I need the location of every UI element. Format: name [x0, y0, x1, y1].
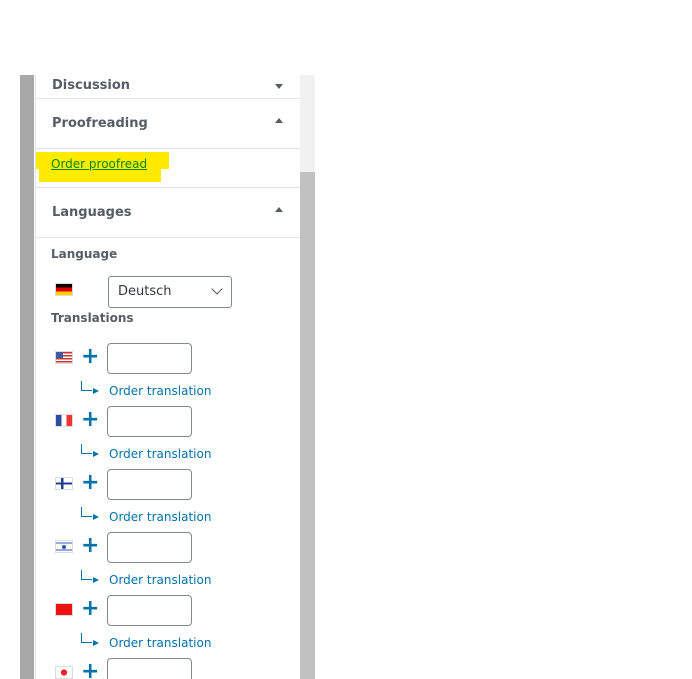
divider [36, 187, 301, 188]
selected-language: Deutsch [118, 284, 172, 299]
add-translation-icon[interactable]: + [81, 598, 99, 620]
arrow-icon [81, 381, 99, 394]
divider [36, 237, 301, 238]
divider [36, 98, 301, 99]
languages-header[interactable]: Languages [52, 205, 132, 220]
translation-input[interactable] [107, 658, 192, 679]
add-translation-icon[interactable]: + [81, 472, 99, 494]
caret-up-icon[interactable] [275, 118, 283, 123]
chevron-down-icon [211, 283, 223, 295]
language-label: Language [51, 247, 118, 261]
flag-us-icon [56, 352, 72, 363]
flag-de-icon [56, 284, 72, 295]
translations-label: Translations [51, 311, 134, 325]
flag-jp-icon [56, 667, 72, 678]
divider [36, 148, 301, 149]
translation-input[interactable] [107, 406, 192, 437]
arrow-icon [81, 444, 99, 457]
order-translation-link[interactable]: Order translation [109, 573, 211, 587]
settings-panel: Discussion Proofreading Order proofread … [35, 75, 301, 679]
order-translation-link[interactable]: Order translation [109, 447, 211, 461]
language-select[interactable]: Deutsch [108, 276, 232, 308]
arrow-icon [81, 507, 99, 520]
scrollbar-thumb[interactable] [300, 172, 315, 679]
arrow-icon [81, 570, 99, 583]
flag-fi-icon [56, 478, 72, 489]
add-translation-icon[interactable]: + [81, 346, 99, 368]
translation-input[interactable] [107, 343, 192, 374]
caret-down-icon[interactable] [275, 84, 283, 89]
translation-input[interactable] [107, 469, 192, 500]
order-proofread-link[interactable]: Order proofread [51, 157, 147, 171]
add-translation-icon[interactable]: + [81, 535, 99, 557]
add-translation-icon[interactable]: + [81, 409, 99, 431]
left-sidebar-edge [20, 75, 34, 679]
add-translation-icon[interactable]: + [81, 661, 99, 679]
order-translation-link[interactable]: Order translation [109, 384, 211, 398]
order-translation-link[interactable]: Order translation [109, 510, 211, 524]
flag-fr-icon [56, 415, 72, 426]
flag-il-icon [56, 541, 72, 552]
discussion-header[interactable]: Discussion [52, 78, 130, 93]
scrollbar[interactable] [300, 75, 315, 679]
arrow-icon [81, 633, 99, 646]
translation-input[interactable] [107, 532, 192, 563]
caret-up-icon[interactable] [275, 207, 283, 212]
translation-input[interactable] [107, 595, 192, 626]
flag-ma-icon [56, 604, 72, 615]
order-translation-link[interactable]: Order translation [109, 636, 211, 650]
proofreading-header[interactable]: Proofreading [52, 116, 148, 131]
